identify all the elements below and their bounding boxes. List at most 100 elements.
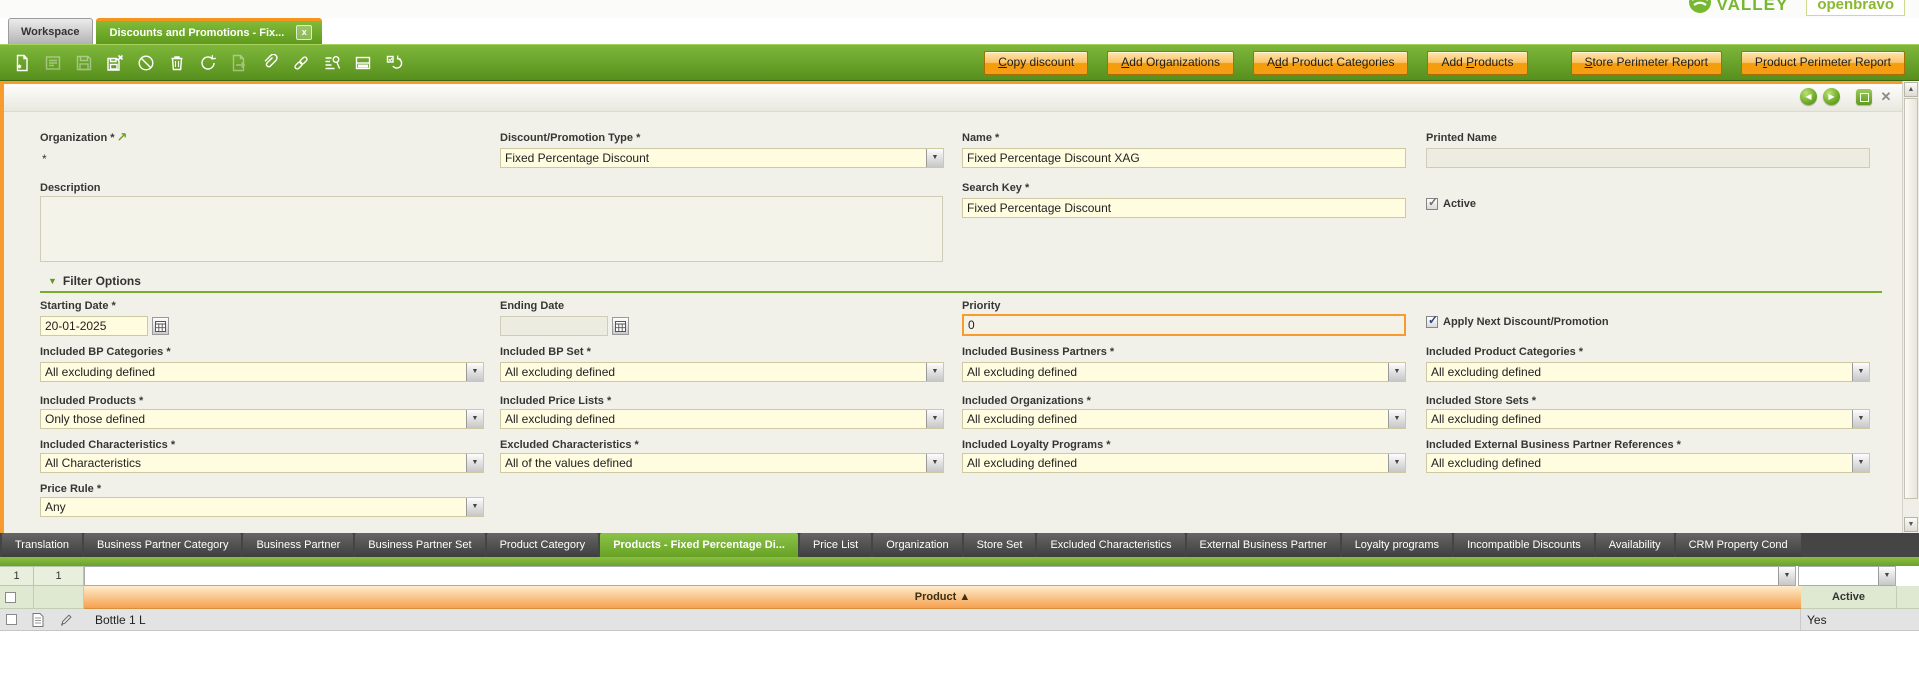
included-business-partners-select[interactable]: All excluding defined▼ xyxy=(962,362,1406,382)
search-key-field[interactable]: Fixed Percentage Discount xyxy=(962,198,1406,218)
delete-icon[interactable] xyxy=(162,49,191,77)
next-record-icon[interactable]: ▶ xyxy=(1823,88,1840,105)
tab-products-fixed-percentage[interactable]: Products - Fixed Percentage Di... xyxy=(600,533,798,557)
active-checkbox[interactable] xyxy=(1426,198,1438,210)
product-filter-input[interactable]: ▼ xyxy=(84,566,1796,586)
tab-business-partner-set[interactable]: Business Partner Set xyxy=(355,533,484,557)
tab-price-list[interactable]: Price List xyxy=(800,533,871,557)
name-field[interactable]: Fixed Percentage Discount XAG xyxy=(962,148,1406,168)
active-filter-input[interactable]: ▼ xyxy=(1798,566,1896,586)
tab-store-set[interactable]: Store Set xyxy=(964,533,1036,557)
chevron-down-icon[interactable]: ▼ xyxy=(926,410,943,428)
quick-launch-icon[interactable] xyxy=(118,132,127,144)
priority-field[interactable]: 0 xyxy=(962,314,1406,336)
tab-business-partner-category[interactable]: Business Partner Category xyxy=(84,533,241,557)
select-all-checkbox[interactable] xyxy=(5,592,16,603)
tab-product-category[interactable]: Product Category xyxy=(487,533,599,557)
chevron-down-icon[interactable]: ▼ xyxy=(926,363,943,381)
organization-label: Organization * xyxy=(40,132,127,144)
tab-loyalty-programs[interactable]: Loyalty programs xyxy=(1342,533,1452,557)
add-products-button[interactable]: Add Products xyxy=(1427,51,1527,75)
included-bp-set-select[interactable]: All excluding defined▼ xyxy=(500,362,944,382)
excluded-characteristics-select[interactable]: All of the values defined▼ xyxy=(500,453,944,473)
included-loyalty-programs-select[interactable]: All excluding defined▼ xyxy=(962,453,1406,473)
edit-record-icon[interactable] xyxy=(59,614,72,630)
store-perimeter-report-button[interactable]: Store Perimeter Report xyxy=(1571,51,1722,75)
included-store-sets-select[interactable]: All excluding defined▼ xyxy=(1426,409,1870,429)
attachment-icon[interactable] xyxy=(255,49,284,77)
included-products-select[interactable]: Only those defined▼ xyxy=(40,409,484,429)
tab-translation[interactable]: Translation xyxy=(2,533,82,557)
chevron-down-icon[interactable]: ▼ xyxy=(1388,363,1405,381)
tab-workspace[interactable]: Workspace xyxy=(8,18,93,44)
tab-business-partner[interactable]: Business Partner xyxy=(243,533,353,557)
collapse-section-icon[interactable]: ▼ xyxy=(48,276,57,286)
form-scrollbar[interactable]: ▲ ▼ xyxy=(1902,81,1919,533)
scroll-down-icon[interactable]: ▼ xyxy=(1904,517,1918,532)
chevron-down-icon[interactable]: ▼ xyxy=(926,454,943,472)
included-bp-categories-select[interactable]: All excluding defined▼ xyxy=(40,362,484,382)
apply-next-checkbox[interactable] xyxy=(1426,316,1438,328)
save-and-close-icon[interactable] xyxy=(100,49,129,77)
link-icon[interactable] xyxy=(286,49,315,77)
grid-row-bottle-1l[interactable]: Bottle 1 L Yes xyxy=(0,609,1919,631)
active-column-header[interactable]: Active xyxy=(1801,586,1897,609)
chevron-down-icon[interactable]: ▼ xyxy=(1852,454,1869,472)
tab-excluded-characteristics[interactable]: Excluded Characteristics xyxy=(1037,533,1184,557)
chevron-down-icon[interactable]: ▼ xyxy=(926,149,943,167)
included-characteristics-select[interactable]: All Characteristics▼ xyxy=(40,453,484,473)
chevron-down-icon[interactable]: ▼ xyxy=(466,410,483,428)
maximize-icon[interactable] xyxy=(1856,89,1872,105)
included-organizations-select[interactable]: All excluding defined▼ xyxy=(962,409,1406,429)
chevron-down-icon[interactable]: ▼ xyxy=(1778,567,1795,585)
chevron-down-icon[interactable]: ▼ xyxy=(466,454,483,472)
calendar-icon[interactable] xyxy=(152,317,169,335)
add-organizations-button[interactable]: Add Organizations xyxy=(1107,51,1234,75)
product-perimeter-report-button[interactable]: Product Perimeter Report xyxy=(1741,51,1905,75)
organization-value[interactable]: * xyxy=(42,152,47,166)
product-column-header[interactable]: Product ▲ xyxy=(84,586,1801,609)
printed-name-field[interactable] xyxy=(1426,148,1870,168)
included-price-lists-select[interactable]: All excluding defined▼ xyxy=(500,409,944,429)
copy-discount-button[interactable]: Copy discount xyxy=(984,51,1088,75)
previous-record-icon[interactable]: ◀ xyxy=(1800,88,1817,105)
scroll-up-icon[interactable]: ▲ xyxy=(1904,82,1918,97)
tab-external-business-partner[interactable]: External Business Partner xyxy=(1187,533,1340,557)
promotion-type-select[interactable]: Fixed Percentage Discount ▼ xyxy=(500,148,944,168)
price-rule-select[interactable]: Any▼ xyxy=(40,497,484,517)
toggle-view-icon[interactable] xyxy=(348,49,377,77)
calendar-icon[interactable] xyxy=(612,317,629,335)
filter-options-section-header[interactable]: ▼ Filter Options xyxy=(48,274,141,288)
tab-organization[interactable]: Organization xyxy=(873,533,961,557)
chevron-down-icon[interactable]: ▼ xyxy=(1852,363,1869,381)
included-ext-bp-refs-select[interactable]: All excluding defined▼ xyxy=(1426,453,1870,473)
ending-date-field[interactable] xyxy=(500,316,608,336)
tab-incompatible-discounts[interactable]: Incompatible Discounts xyxy=(1454,533,1594,557)
close-form-icon[interactable]: ✕ xyxy=(1878,89,1894,105)
row-select-checkbox[interactable] xyxy=(6,614,17,625)
refresh-icon[interactable] xyxy=(193,49,222,77)
undo-changes-icon[interactable] xyxy=(131,49,160,77)
description-field[interactable] xyxy=(40,196,943,262)
audit-trail-icon[interactable] xyxy=(317,49,346,77)
included-product-categories-select[interactable]: All excluding defined▼ xyxy=(1426,362,1870,382)
add-product-categories-button[interactable]: Add Product Categories xyxy=(1253,51,1408,75)
scrollbar-thumb[interactable] xyxy=(1904,98,1918,499)
close-tab-icon[interactable]: x xyxy=(296,25,312,40)
starting-date-field[interactable]: 20-01-2025 xyxy=(40,316,148,336)
chevron-down-icon[interactable]: ▼ xyxy=(466,498,483,516)
row-number-cell: 1 xyxy=(0,566,34,586)
chevron-down-icon[interactable]: ▼ xyxy=(1388,410,1405,428)
tab-discounts-and-promotions[interactable]: Discounts and Promotions - Fix... x xyxy=(96,18,323,44)
new-record-icon[interactable] xyxy=(7,49,36,77)
promotion-type-label: Discount/Promotion Type * xyxy=(500,132,640,144)
tree-revision-icon[interactable] xyxy=(379,49,408,77)
tab-availability[interactable]: Availability xyxy=(1596,533,1674,557)
chevron-down-icon[interactable]: ▼ xyxy=(1878,567,1895,585)
tab-crm-property-condition[interactable]: CRM Property Cond xyxy=(1676,533,1801,557)
chevron-down-icon[interactable]: ▼ xyxy=(466,363,483,381)
chevron-down-icon[interactable]: ▼ xyxy=(1388,454,1405,472)
chevron-down-icon[interactable]: ▼ xyxy=(1852,410,1869,428)
select-all-header-cell[interactable] xyxy=(0,586,34,609)
open-record-icon[interactable] xyxy=(32,613,44,630)
